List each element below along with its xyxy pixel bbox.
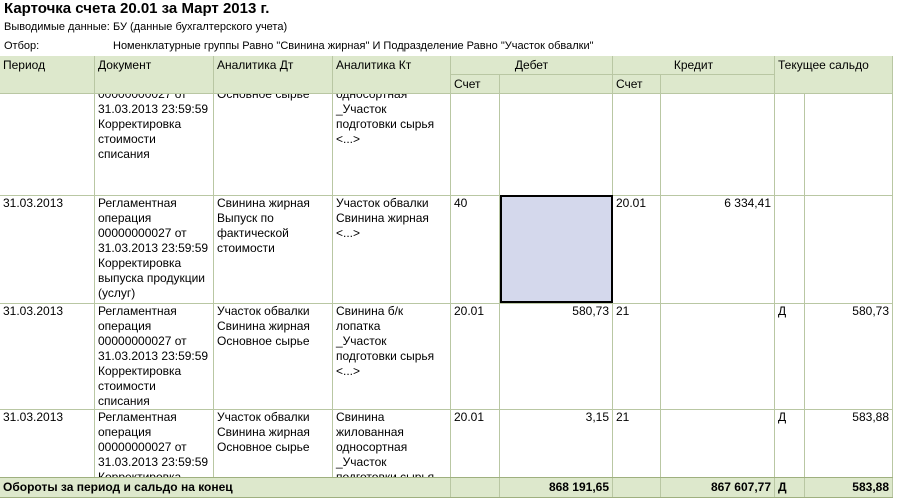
cell-period: 31.03.2013: [0, 409, 95, 477]
header-credit-amount[interactable]: [661, 75, 775, 94]
header-credit[interactable]: Кредит: [613, 56, 775, 75]
cell-period: [0, 94, 95, 195]
totals-balance-type: Д: [775, 478, 805, 497]
header-debit-amount[interactable]: [500, 75, 613, 94]
totals-credit: 867 607,77: [661, 478, 775, 497]
cell-analytics-kt: односортная _Участок подготовки сырья <.…: [333, 94, 451, 195]
cell-credit-account: [613, 94, 661, 195]
table-row[interactable]: 31.03.2013 Регламентная операция 0000000…: [0, 409, 893, 477]
cell-balance-type: Д: [775, 303, 805, 409]
cell-debit-amount: 3,15: [500, 409, 613, 477]
cell-credit-amount: [661, 409, 775, 477]
cell-analytics-dt: Участок обвалки Свинина жирная Основное …: [214, 303, 333, 409]
table-row[interactable]: 00000000027 от 31.03.2013 23:59:59 Корре…: [0, 94, 893, 196]
cell-document[interactable]: 00000000027 от 31.03.2013 23:59:59 Корре…: [95, 94, 214, 195]
cell-balance-type: [775, 94, 805, 195]
account-card-table: Период Документ Аналитика Дт Аналитика К…: [0, 56, 917, 502]
selected-cell-cursor[interactable]: [500, 195, 613, 303]
cell-document[interactable]: Регламентная операция 00000000027 от 31.…: [95, 303, 214, 409]
cell-credit-account: 21: [613, 303, 661, 409]
cell-balance-type: [775, 195, 805, 303]
cell-debit-account: [451, 94, 500, 195]
header-debit[interactable]: Дебет: [451, 56, 613, 75]
cell-credit-amount: 6 334,41: [661, 195, 775, 303]
cell-balance-amount: [805, 195, 893, 303]
totals-label: Обороты за период и сальдо на конец: [0, 478, 451, 497]
report-title: Карточка счета 20.01 за Март 2013 г.: [4, 0, 270, 17]
cell-analytics-dt: Участок обвалки Свинина жирная Основное …: [214, 409, 333, 477]
header-analytics-dt[interactable]: Аналитика Дт: [214, 56, 333, 94]
cell-analytics-dt: Основное сырье: [214, 94, 333, 195]
cell-document[interactable]: Регламентная операция 00000000027 от 31.…: [95, 195, 214, 303]
totals-debit-account: [451, 478, 500, 497]
cell-credit-amount: [661, 303, 775, 409]
table-body: 00000000027 от 31.03.2013 23:59:59 Корре…: [0, 94, 893, 477]
cell-balance-type: Д: [775, 409, 805, 477]
header-balance[interactable]: Текущее сальдо: [775, 56, 893, 94]
cell-debit-amount: 580,73: [500, 303, 613, 409]
totals-debit: 868 191,65: [500, 478, 613, 497]
header-period[interactable]: Период: [0, 56, 95, 94]
cell-debit-account: 20.01: [451, 409, 500, 477]
cell-credit-amount: [661, 94, 775, 195]
cell-analytics-kt: Участок обвалки Свинина жирная <...>: [333, 195, 451, 303]
cell-debit-account: 40: [451, 195, 500, 303]
header-credit-account[interactable]: Счет: [613, 75, 661, 94]
meta-label-output: Выводимые данные:: [4, 21, 110, 33]
totals-row: Обороты за период и сальдо на конец 868 …: [0, 477, 893, 498]
cell-period: 31.03.2013: [0, 195, 95, 303]
cell-period: 31.03.2013: [0, 303, 95, 409]
table-row[interactable]: 31.03.2013 Регламентная операция 0000000…: [0, 195, 893, 304]
cell-debit-account: 20.01: [451, 303, 500, 409]
totals-credit-account: [613, 478, 661, 497]
header-document[interactable]: Документ: [95, 56, 214, 94]
cell-credit-account: 20.01: [613, 195, 661, 303]
totals-balance: 583,88: [805, 478, 893, 497]
cell-balance-amount: 583,88: [805, 409, 893, 477]
header-debit-account[interactable]: Счет: [451, 75, 500, 94]
cell-analytics-dt: Свинина жирная Выпуск по фактической сто…: [214, 195, 333, 303]
cell-balance-amount: 580,73: [805, 303, 893, 409]
cell-analytics-kt: Свинина б/к лопатка _Участок подготовки …: [333, 303, 451, 409]
header-analytics-kt[interactable]: Аналитика Кт: [333, 56, 451, 94]
meta-value-filter: Номенклатурные группы Равно "Свинина жир…: [113, 40, 594, 52]
meta-value-output: БУ (данные бухгалтерского учета): [113, 21, 288, 33]
cell-balance-amount: [805, 94, 893, 195]
cell-analytics-kt: Свинина жилованная односортная _Участок …: [333, 409, 451, 477]
table-row[interactable]: 31.03.2013 Регламентная операция 0000000…: [0, 303, 893, 410]
cell-credit-account: 21: [613, 409, 661, 477]
cell-document[interactable]: Регламентная операция 00000000027 от 31.…: [95, 409, 214, 477]
cell-debit-amount: [500, 94, 613, 195]
meta-label-filter: Отбор:: [4, 40, 40, 52]
